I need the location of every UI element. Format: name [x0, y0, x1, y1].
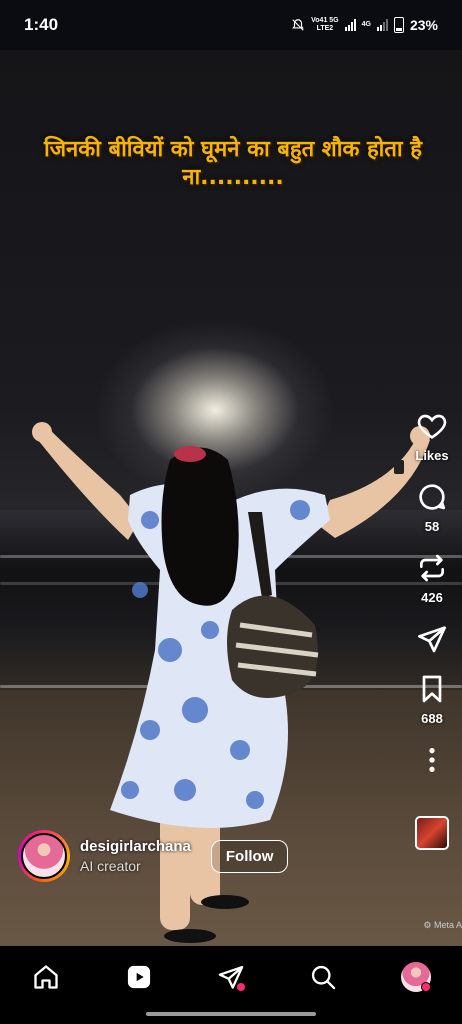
repost-button[interactable]: 426 — [416, 552, 448, 605]
reels-icon — [127, 965, 150, 989]
network-bottom: LTE2 — [316, 25, 334, 32]
action-rail: Likes 58 426 688 — [402, 410, 462, 850]
save-count: 688 — [421, 711, 443, 726]
meta-ai-label: ⚙ Meta A — [423, 920, 462, 930]
network-top: Vo41 5G — [311, 17, 339, 24]
share-button[interactable] — [416, 623, 448, 655]
signal-icon — [344, 19, 356, 31]
mute-icon — [292, 19, 304, 31]
repost-count: 426 — [421, 590, 443, 605]
comment-button[interactable]: 58 — [416, 481, 448, 534]
reel-caption: जिनकी बीवियों को घूमने का बहुत शौक होता … — [44, 137, 422, 190]
avatar-image — [21, 833, 67, 879]
nav-home[interactable] — [29, 960, 63, 994]
creator-row: desigirlarchana AI creator Follow — [18, 830, 289, 882]
follow-button[interactable]: Follow — [210, 839, 289, 873]
battery-icon — [393, 17, 404, 33]
battery-percent: 23% — [409, 17, 438, 33]
signal2-icon — [376, 19, 388, 31]
creator-username[interactable]: desigirlarchana — [80, 838, 191, 855]
home-indicator[interactable] — [146, 1012, 316, 1016]
creator-names: desigirlarchana AI creator — [80, 838, 191, 874]
network2-label: 4G — [361, 21, 371, 28]
send-icon — [418, 626, 446, 653]
network-label: Vo41 5G LTE2 — [311, 17, 339, 33]
nav-search[interactable] — [306, 960, 340, 994]
comment-count: 58 — [424, 519, 440, 534]
like-label: Likes — [415, 448, 449, 463]
notification-dot — [235, 982, 246, 992]
nav-profile[interactable] — [399, 960, 433, 994]
creator-subtitle: AI creator — [80, 858, 141, 874]
heart-icon — [417, 414, 447, 439]
like-button[interactable]: Likes — [415, 410, 449, 463]
status-time: 1:40 — [24, 15, 59, 34]
more-options-button[interactable] — [416, 744, 448, 776]
bookmark-icon — [422, 675, 442, 703]
nav-reels[interactable] — [122, 960, 156, 994]
reel-video[interactable]: जिनकी बीवियों को घूमने का बहुत शौक होता … — [0, 50, 462, 946]
creator-avatar[interactable] — [18, 830, 70, 882]
comment-icon — [419, 484, 446, 510]
home-icon — [34, 965, 58, 989]
save-button[interactable]: 688 — [416, 673, 448, 726]
notification-dot — [420, 982, 431, 992]
search-icon — [312, 965, 336, 990]
nav-messages[interactable] — [214, 960, 248, 994]
more-icon — [429, 748, 435, 772]
status-bar: 1:40 Vo41 5G LTE2 4G 23% — [0, 0, 462, 50]
audio-thumbnail[interactable] — [415, 816, 449, 850]
repost-icon — [420, 554, 444, 582]
status-icons: Vo41 5G LTE2 4G 23% — [291, 17, 438, 33]
